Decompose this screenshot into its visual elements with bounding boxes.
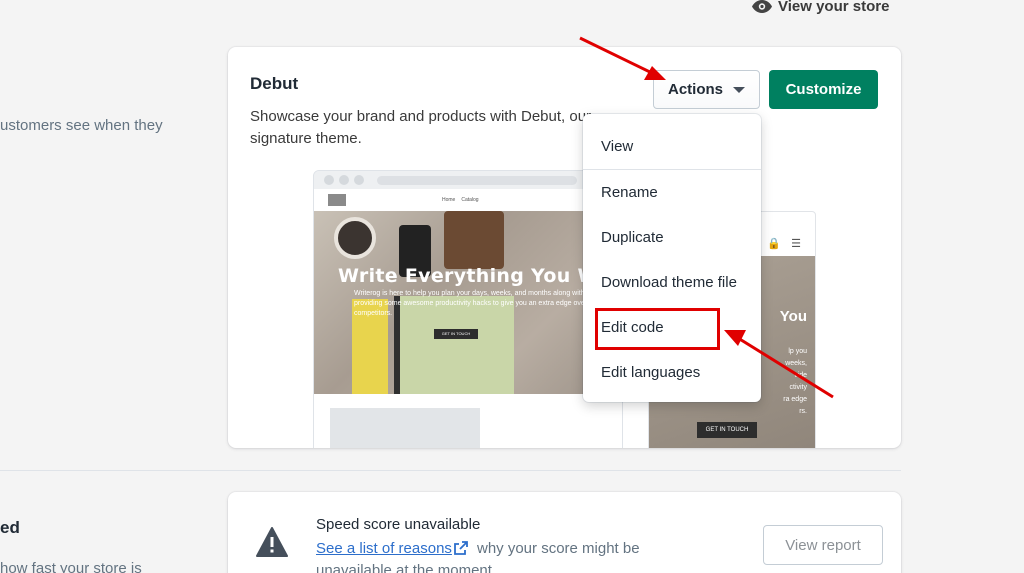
reasons-link[interactable]: See a list of reasons <box>316 540 452 557</box>
actions-button[interactable]: Actions <box>653 70 760 109</box>
preview-lower-section <box>314 394 622 448</box>
menu-item-view[interactable]: View <box>601 138 633 155</box>
caret-down-icon <box>733 86 745 93</box>
theme-card: Debut Showcase your brand and products w… <box>228 47 901 448</box>
preview-nav-link: Home <box>442 197 456 203</box>
mobile-hero-line: vide <box>794 372 807 379</box>
window-dot <box>324 175 334 185</box>
view-report-button[interactable]: View report <box>763 525 883 565</box>
mobile-hero-line: rs. <box>799 408 807 415</box>
menu-icon: ☰ <box>791 238 801 250</box>
theme-name: Debut <box>250 74 299 93</box>
theme-helper-text: ustomers see when they <box>0 117 163 134</box>
speed-reason-text: why your score might be <box>477 540 640 557</box>
preview-cta: GET IN TOUCH <box>434 329 478 339</box>
browser-bar <box>314 171 622 189</box>
hero-mug <box>334 217 376 259</box>
menu-separator <box>583 169 761 170</box>
view-store-link[interactable]: View your store <box>752 0 889 15</box>
mobile-hero-title: You <box>779 308 807 325</box>
preview-hero: Write Everything You W Writerog is here … <box>314 211 622 394</box>
preview-hero-text: Writerog is here to help you plan your d… <box>354 290 603 317</box>
view-store-label: View your store <box>778 0 890 15</box>
edit-code-highlight-box <box>595 308 720 350</box>
window-dot <box>354 175 364 185</box>
mobile-hero-text: lp you weeks, vide ctivity ra edge rs. <box>783 346 807 418</box>
preview-nav: Home Catalog <box>314 189 622 211</box>
actions-label: Actions <box>667 81 723 98</box>
menu-item-duplicate[interactable]: Duplicate <box>601 229 664 246</box>
theme-desktop-preview: Home Catalog Write Everything You W Writ… <box>313 170 623 448</box>
customize-button[interactable]: Customize <box>769 70 878 109</box>
menu-item-download-theme-file[interactable]: Download theme file <box>601 274 737 291</box>
speed-helper-text: how fast your store is <box>0 560 142 573</box>
menu-item-edit-languages[interactable]: Edit languages <box>601 364 700 381</box>
theme-description: Showcase your brand and products with De… <box>250 108 592 147</box>
mobile-hero-line: weeks, <box>785 360 807 367</box>
mobile-cta: GET IN TOUCH <box>697 422 757 438</box>
warning-icon <box>256 527 288 557</box>
hero-wood-block <box>444 211 504 269</box>
mobile-hero-line: ra edge <box>783 396 807 403</box>
window-dot <box>339 175 349 185</box>
speed-card: Speed score unavailable See a list of re… <box>228 492 901 573</box>
url-bar <box>377 175 577 185</box>
mobile-hero-line: ctivity <box>789 384 808 391</box>
speed-section-heading: ed <box>0 518 20 537</box>
mobile-hero-line: lp you <box>788 348 807 355</box>
preview-image <box>330 408 480 448</box>
eye-icon <box>752 0 772 13</box>
speed-score-title: Speed score unavailable <box>316 516 481 533</box>
preview-logo <box>328 194 346 206</box>
preview-nav-link: Catalog <box>461 197 479 203</box>
actions-dropdown-menu: View Rename Duplicate Download theme fil… <box>583 114 761 402</box>
external-link-icon[interactable] <box>454 541 468 555</box>
speed-reason-text-line2: unavailable at the moment. <box>316 562 497 573</box>
preview-hero-title: Write Everything You W <box>338 265 599 287</box>
menu-item-rename[interactable]: Rename <box>601 184 658 201</box>
cart-icon: 🔒 <box>767 238 782 250</box>
section-divider <box>0 470 901 471</box>
